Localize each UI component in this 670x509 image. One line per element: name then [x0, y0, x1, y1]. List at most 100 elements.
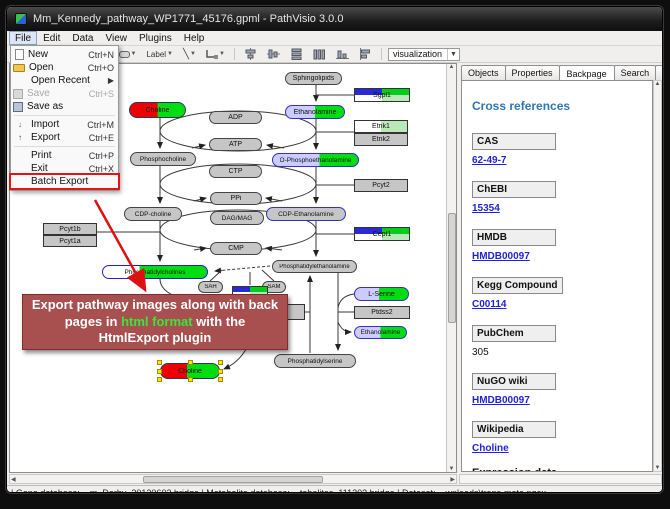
pathway-node-phosphatidylcholines[interactable]: Phosphatidylcholines: [102, 265, 208, 279]
draw-line-button[interactable]: ╲ ▼: [180, 47, 199, 61]
align-bottom-button[interactable]: [333, 47, 352, 61]
scroll-up-icon[interactable]: ▲: [449, 64, 455, 70]
pathway-node-cmp[interactable]: CMP: [210, 242, 262, 255]
selection-handle[interactable]: [157, 369, 162, 374]
file-menu-item-exit[interactable]: ExitCtrl+X: [11, 162, 118, 175]
pathway-node-cept1[interactable]: Cept1: [354, 227, 410, 241]
xref-link[interactable]: 15354: [472, 203, 652, 214]
file-menu-item-print[interactable]: PrintCtrl+P: [11, 149, 118, 162]
file-menu-item-import[interactable]: ↓ImportCtrl+M: [11, 118, 118, 131]
menu-file[interactable]: File: [9, 31, 37, 45]
file-menu-item-open-recent[interactable]: Open Recent▶: [11, 74, 118, 87]
file-menu-item-new[interactable]: NewCtrl+N: [11, 48, 118, 61]
menu-item-label: Save as: [27, 101, 114, 112]
visualization-combobox[interactable]: visualization ▼: [388, 48, 460, 61]
gene-node-icon: [119, 51, 130, 58]
pathway-node-adp[interactable]: ADP: [209, 111, 262, 124]
pathway-node-choline[interactable]: Choline: [129, 102, 186, 118]
xref-section-pubchem: PubChem305: [472, 323, 652, 358]
menu-view[interactable]: View: [99, 31, 133, 45]
chevron-down-icon: ▼: [447, 49, 457, 60]
menu-help[interactable]: Help: [178, 31, 211, 45]
selection-handle[interactable]: [157, 360, 162, 365]
node-label: Pcyt2: [372, 182, 390, 189]
xref-link[interactable]: 62-49-7: [472, 155, 652, 166]
expression-data-heading: Expression data: [472, 467, 652, 472]
node-label: L-Serine: [368, 291, 394, 298]
draw-connector-button[interactable]: ▼: [203, 47, 228, 61]
pathway-node-pcyt1b[interactable]: Pcyt1b: [43, 223, 97, 235]
selection-handle[interactable]: [157, 377, 162, 382]
pathway-node-phosphatidylserine[interactable]: Phosphatidylserine: [274, 354, 356, 368]
file-menu-item-save-as[interactable]: Save as: [11, 100, 118, 113]
pathvisio-app-icon: [15, 13, 27, 25]
visualization-value: visualization: [393, 49, 443, 59]
scrollbar-thumb[interactable]: [448, 213, 456, 323]
scroll-right-icon[interactable]: ▶: [450, 476, 455, 483]
canvas-horizontal-scrollbar[interactable]: ◀ ▶: [9, 474, 457, 484]
pathway-node-l-serine[interactable]: L-Serine: [354, 287, 409, 301]
xref-link[interactable]: Choline: [472, 443, 652, 454]
align-center-y-button[interactable]: [264, 47, 283, 61]
pathway-node-cdp-choline[interactable]: CDP-choline: [124, 207, 182, 221]
pathway-node-cdp-ethanolamine[interactable]: CDP-Ethanolamine: [266, 207, 346, 221]
menu-separator: [14, 146, 115, 147]
selection-handle[interactable]: [188, 360, 193, 365]
xref-link[interactable]: HMDB00097: [472, 251, 652, 262]
distribute-horizontal-button[interactable]: [310, 47, 329, 61]
pathway-node-ctp[interactable]: CTP: [209, 165, 262, 178]
pathway-node-sphingolipids[interactable]: Sphingolipids: [285, 72, 342, 85]
scroll-down-icon[interactable]: ▼: [655, 465, 661, 471]
pathway-node-pcyt1a[interactable]: Pcyt1a: [43, 235, 97, 247]
add-gene-button[interactable]: ▼: [116, 47, 140, 61]
menu-item-shortcut: Ctrl+N: [88, 50, 114, 60]
selection-handle[interactable]: [218, 369, 223, 374]
pathway-node-sgpl1[interactable]: Sgpl1: [354, 88, 410, 102]
selection-handle[interactable]: [218, 360, 223, 365]
scrollbar-thumb[interactable]: [143, 476, 323, 483]
cross-references-heading: Cross references: [472, 99, 652, 113]
menu-plugins[interactable]: Plugins: [133, 31, 178, 45]
pathway-node-phosphocholine[interactable]: Phosphocholine: [130, 152, 196, 166]
pathway-node-atp[interactable]: ATP: [209, 138, 262, 151]
xref-section-cas: CAS62-49-7: [472, 131, 652, 166]
pathway-node-ppi[interactable]: PPi: [210, 192, 262, 205]
scroll-up-icon[interactable]: ▲: [655, 81, 661, 87]
pathway-node-ethanolamine[interactable]: Ethanolamine: [354, 326, 407, 339]
xref-link[interactable]: HMDB00097: [472, 395, 652, 406]
panel-vertical-scrollbar[interactable]: ▲ ▼: [653, 80, 662, 472]
selection-handle[interactable]: [218, 377, 223, 382]
file-menu-item-batch-export[interactable]: Batch Export: [11, 175, 118, 188]
xref-link[interactable]: C00114: [472, 299, 652, 310]
file-menu-item-save[interactable]: SaveCtrl+S: [11, 87, 118, 100]
pathway-node-etnk1[interactable]: Etnk1: [354, 120, 408, 133]
scroll-left-icon[interactable]: ◀: [11, 476, 16, 483]
chevron-down-icon: ▼: [219, 51, 225, 57]
menu-edit[interactable]: Edit: [37, 31, 66, 45]
menu-separator: [14, 115, 115, 116]
align-center-y-icon: [267, 48, 280, 60]
align-center-x-button[interactable]: [241, 47, 260, 61]
add-label-button[interactable]: Label ▼: [143, 47, 176, 61]
pathway-node-choline[interactable]: Choline: [160, 363, 220, 379]
pathway-node-phosphatidylethanolamine[interactable]: Phosphatidylethanolamine: [272, 260, 357, 273]
menu-item-spacer: [13, 75, 27, 86]
file-menu-item-open[interactable]: OpenCtrl+O: [11, 61, 118, 74]
distribute-horizontal-icon: [313, 48, 326, 60]
scroll-down-icon[interactable]: ▼: [449, 466, 455, 472]
file-menu-item-export[interactable]: ↑ExportCtrl+E: [11, 131, 118, 144]
pathway-node-pcyt2[interactable]: Pcyt2: [354, 179, 408, 192]
pathway-node-ptdss2[interactable]: Ptdss2: [354, 306, 410, 319]
pathway-node-dag-mag[interactable]: DAG/MAG: [210, 211, 264, 225]
pathway-node-sah[interactable]: SAH: [198, 281, 223, 293]
align-left-button[interactable]: [356, 47, 375, 61]
pathway-node-o-phosphoethanolamine[interactable]: O-Phosphoethanolamine: [272, 153, 359, 167]
pathway-node-ethanolamine[interactable]: Ethanolamine: [285, 105, 345, 119]
pathway-node-etnk2[interactable]: Etnk2: [354, 133, 408, 146]
menu-data[interactable]: Data: [66, 31, 99, 45]
canvas-vertical-scrollbar[interactable]: ▲ ▼: [446, 64, 456, 472]
panel-bottom-strip: [459, 474, 662, 484]
menu-bar: FileEditDataViewPluginsHelp: [7, 31, 662, 46]
distribute-vertical-button[interactable]: [287, 47, 306, 61]
selection-handle[interactable]: [188, 377, 193, 382]
